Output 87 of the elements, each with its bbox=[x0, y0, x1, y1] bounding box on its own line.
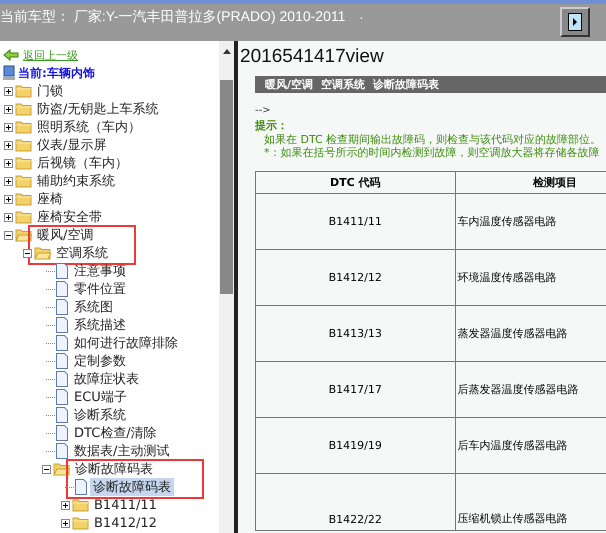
table-cell: B1419/19 bbox=[256, 418, 455, 474]
tree-item[interactable]: 门锁 bbox=[34, 82, 66, 100]
scrollbar[interactable] bbox=[219, 41, 234, 533]
document-icon bbox=[55, 299, 69, 315]
folder-icon bbox=[15, 210, 32, 224]
expand-toggle[interactable] bbox=[4, 212, 13, 222]
document-icon bbox=[74, 479, 88, 495]
tree-item[interactable]: 后视镜（车内） bbox=[34, 154, 131, 172]
expand-toggle[interactable] bbox=[61, 500, 70, 510]
tip-text: *：如果在括号所示的时间内检测到故障，则空调放大器将存储各故障 bbox=[264, 146, 600, 159]
tree-item[interactable]: 系统描述 bbox=[71, 316, 129, 334]
tree-item[interactable]: 零件位置 bbox=[71, 280, 129, 298]
tree-item[interactable]: 照明系统（车内） bbox=[34, 118, 144, 136]
folder-icon bbox=[72, 498, 89, 512]
page-title: 2016541417view bbox=[240, 46, 385, 68]
folder-icon bbox=[15, 156, 32, 170]
collapse-toggle[interactable] bbox=[42, 464, 51, 474]
open-folder-icon bbox=[34, 246, 51, 260]
tree-item[interactable]: 辅助约束系统 bbox=[34, 172, 118, 190]
breadcrumb-item: 空调系统 bbox=[321, 77, 366, 92]
column-header: 检测项目 bbox=[455, 172, 606, 194]
folder-icon bbox=[15, 174, 32, 188]
expand-toggle[interactable] bbox=[4, 194, 13, 204]
breadcrumb-item: 暖风/空调 bbox=[265, 77, 314, 92]
collapse-toggle[interactable] bbox=[4, 230, 13, 240]
folder-icon bbox=[15, 84, 32, 98]
document-icon bbox=[55, 443, 69, 459]
tree-item[interactable]: 定制参数 bbox=[71, 352, 129, 370]
current-category: 当前:车辆内饰 bbox=[18, 64, 95, 82]
document-icon bbox=[55, 425, 69, 441]
tree-item[interactable]: 仪表/显示屏 bbox=[34, 136, 110, 154]
expand-toggle[interactable] bbox=[61, 518, 70, 528]
collapse-toggle[interactable] bbox=[23, 248, 32, 258]
expand-toggle[interactable] bbox=[4, 86, 13, 96]
document-icon bbox=[55, 389, 69, 405]
tree-item[interactable]: 诊断故障码表 bbox=[90, 478, 174, 496]
tree-item[interactable]: ECU端子 bbox=[71, 388, 130, 406]
table-cell: B1411/11 bbox=[256, 194, 455, 250]
tree-item[interactable]: 数据表/主动测试 bbox=[71, 442, 172, 460]
document-icon bbox=[55, 263, 69, 279]
expand-toggle[interactable] bbox=[4, 104, 13, 114]
folder-icon bbox=[72, 516, 89, 530]
document-icon bbox=[55, 371, 69, 387]
document-icon bbox=[55, 317, 69, 333]
tree-item[interactable]: 诊断系统 bbox=[71, 406, 129, 424]
expand-toggle[interactable] bbox=[4, 176, 13, 186]
tree-item[interactable]: 诊断故障码表 bbox=[72, 460, 156, 478]
tree-item[interactable]: 如何进行故障排除 bbox=[71, 334, 181, 352]
folder-icon bbox=[15, 102, 32, 116]
tip-label: 提示： bbox=[255, 118, 289, 133]
table-cell: B1413/13 bbox=[256, 306, 455, 362]
folder-icon bbox=[15, 138, 32, 152]
document-icon bbox=[55, 407, 69, 423]
column-header: DTC 代码 bbox=[256, 172, 455, 194]
vehicle-model-title: 当前车型： 厂家:Y-一汽丰田普拉多(PRADO) 2010-2011 bbox=[0, 8, 346, 26]
tree-item[interactable]: 故障症状表 bbox=[71, 370, 142, 388]
header-note: . bbox=[359, 8, 364, 22]
tree-item[interactable]: 座椅 bbox=[34, 190, 66, 208]
document-icon bbox=[55, 281, 69, 297]
back-link[interactable]: 返回上一级 bbox=[23, 48, 78, 62]
expand-toggle[interactable] bbox=[4, 158, 13, 168]
tip-text: 如果在 DTC 检查期间输出故障码，则检查与该代码对应的故障部位。 bbox=[264, 133, 602, 146]
table-cell: B1422/22 bbox=[256, 474, 455, 530]
folder-icon bbox=[15, 192, 32, 206]
tree-item[interactable]: B1412/12 bbox=[91, 516, 160, 530]
tree-item[interactable]: DTC检查/清除 bbox=[71, 424, 160, 442]
table-cell: B1417/17 bbox=[256, 362, 455, 418]
tree-item[interactable]: B1411/11 bbox=[91, 498, 160, 512]
tree-item[interactable]: 空调系统 bbox=[53, 244, 111, 262]
tree-item[interactable]: 系统图 bbox=[71, 298, 116, 316]
tree-item[interactable]: 注意事项 bbox=[71, 262, 129, 280]
back-arrow-icon bbox=[3, 49, 19, 61]
tree-item[interactable]: 暖风/空调 bbox=[34, 226, 96, 244]
expand-toggle[interactable] bbox=[4, 122, 13, 132]
scroll-thumb[interactable] bbox=[220, 80, 233, 294]
folder-icon bbox=[15, 120, 32, 134]
tree-item[interactable]: 座椅安全带 bbox=[34, 208, 105, 226]
expand-toggle[interactable] bbox=[4, 140, 13, 150]
table-cell: B1412/12 bbox=[256, 250, 455, 306]
panel-toggle-button[interactable] bbox=[560, 7, 590, 37]
computer-icon bbox=[2, 65, 16, 81]
comment-text: --> bbox=[255, 105, 272, 116]
breadcrumb-item: 诊断故障码表 bbox=[373, 77, 440, 92]
document-icon bbox=[55, 353, 69, 369]
tree-item[interactable]: 防盗/无钥匙上车系统 bbox=[34, 100, 162, 118]
document-icon bbox=[55, 335, 69, 351]
scroll-up-icon[interactable] bbox=[222, 49, 230, 54]
